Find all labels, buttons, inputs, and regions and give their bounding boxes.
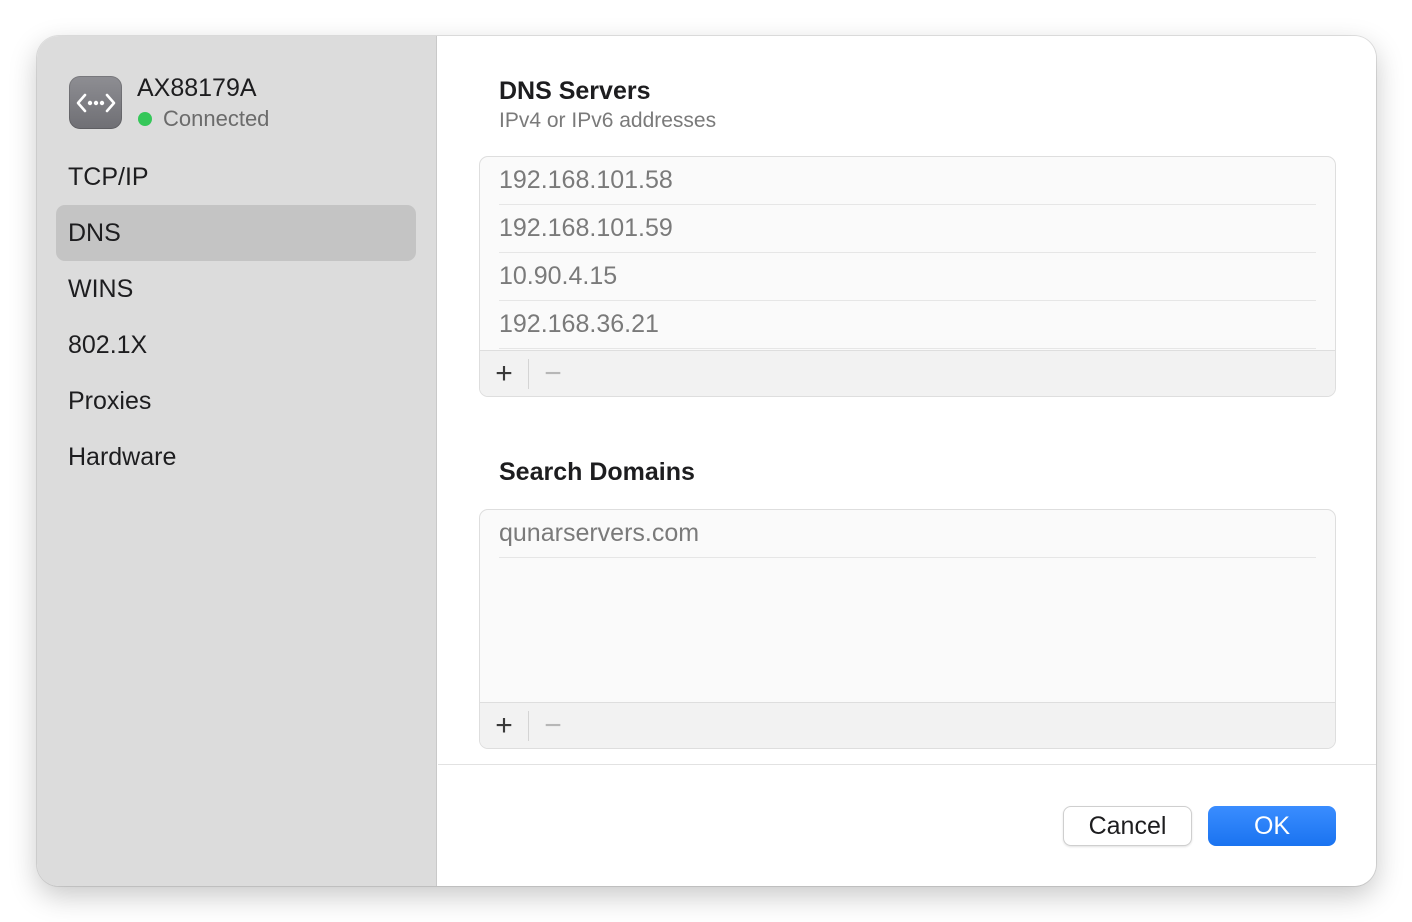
dns-servers-subtitle: IPv4 or IPv6 addresses [499, 109, 717, 132]
ok-button[interactable]: OK [1208, 806, 1336, 846]
dns-server-value: 10.90.4.15 [499, 262, 618, 290]
dns-servers-title: DNS Servers [499, 77, 651, 105]
network-dns-dialog: AX88179A Connected TCP/IP DNS WINS 802.1… [37, 36, 1376, 886]
add-search-domain-button[interactable]: + [480, 703, 528, 749]
dns-server-value: 192.168.101.59 [499, 214, 673, 242]
footer-divider [438, 764, 1376, 765]
dns-server-value: 192.168.36.21 [499, 310, 659, 338]
dns-server-value: 192.168.101.58 [499, 166, 673, 194]
search-domain-value: qunarservers.com [499, 519, 700, 547]
connection-status: Connected [138, 106, 269, 132]
search-list-toolbar: + − [480, 702, 1335, 748]
status-text: Connected [163, 106, 270, 131]
sidebar-item-wins[interactable]: WINS [56, 261, 416, 317]
search-domains-list[interactable]: qunarservers.com + − [479, 509, 1336, 749]
ethernet-icon [69, 76, 122, 129]
sidebar-item-proxies[interactable]: Proxies [56, 373, 416, 429]
add-dns-server-button[interactable]: + [480, 351, 528, 397]
sidebar-item-tcpip[interactable]: TCP/IP [56, 149, 416, 205]
dns-list-toolbar: + − [480, 350, 1335, 396]
list-item[interactable]: 192.168.101.59 [499, 205, 1316, 253]
list-item[interactable]: 192.168.36.21 [499, 301, 1316, 349]
remove-dns-server-button[interactable]: − [529, 351, 577, 397]
main-panel: DNS Servers IPv4 or IPv6 addresses 192.1… [438, 36, 1376, 886]
sidebar-item-8021x[interactable]: 802.1X [56, 317, 416, 373]
sidebar-item-dns[interactable]: DNS [56, 205, 416, 261]
cancel-button[interactable]: Cancel [1063, 806, 1192, 846]
remove-search-domain-button[interactable]: − [529, 703, 577, 749]
interface-name: AX88179A [137, 74, 257, 102]
list-item[interactable]: 10.90.4.15 [499, 253, 1316, 301]
status-dot-icon [138, 112, 152, 126]
list-item[interactable]: 192.168.101.58 [499, 157, 1316, 205]
sidebar: AX88179A Connected TCP/IP DNS WINS 802.1… [37, 36, 437, 886]
list-item[interactable]: qunarservers.com [499, 510, 1316, 558]
dns-servers-list[interactable]: 192.168.101.58 192.168.101.59 10.90.4.15… [479, 156, 1336, 397]
sidebar-item-hardware[interactable]: Hardware [56, 429, 416, 485]
search-domains-title: Search Domains [499, 458, 695, 486]
